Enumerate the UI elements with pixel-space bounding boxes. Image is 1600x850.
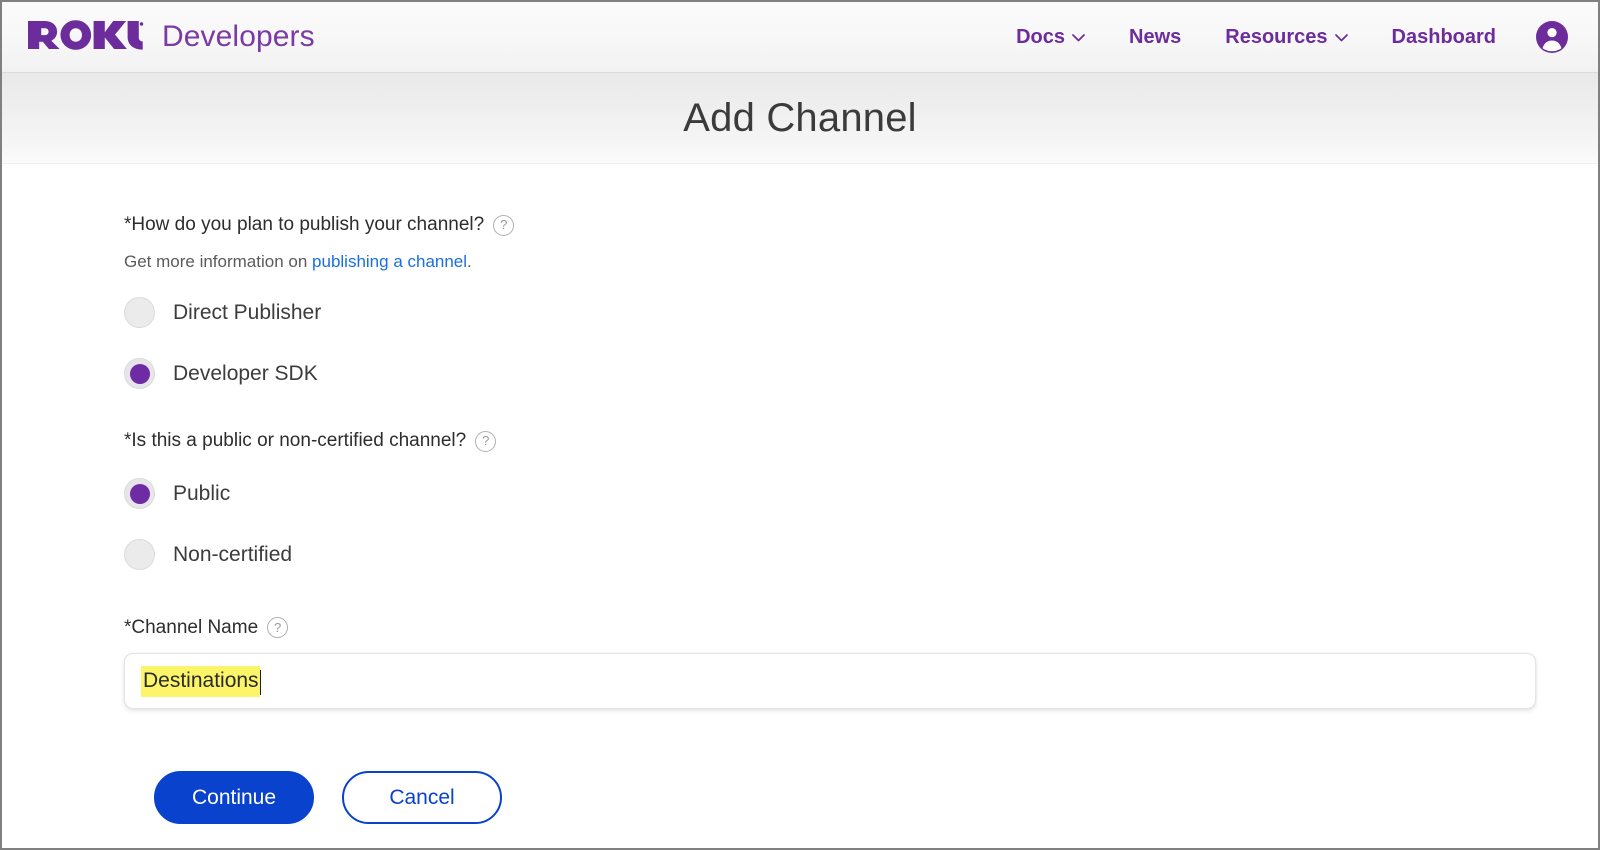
channel-name-input[interactable]: Destinations <box>124 653 1536 709</box>
nav-item-label: News <box>1129 26 1181 49</box>
radio-label: Non-certified <box>173 543 292 567</box>
channel-visibility-label: *Is this a public or non-certified chann… <box>124 430 1534 453</box>
help-icon[interactable]: ? <box>475 431 496 452</box>
add-channel-form: *How do you plan to publish your channel… <box>124 214 1534 824</box>
publishing-a-channel-link[interactable]: publishing a channel <box>312 252 467 271</box>
radio-option-non-certified[interactable]: Non-certified <box>124 531 292 579</box>
publish-method-radio-group: Direct Publisher Developer SDK <box>124 289 1534 398</box>
brand-word: Developers <box>162 20 315 54</box>
page-title: Add Channel <box>683 96 917 141</box>
account-circle-icon[interactable] <box>1534 19 1570 55</box>
note-prefix: Get more information on <box>124 252 312 271</box>
channel-visibility-radio-group: Public Non-certified <box>124 470 1534 579</box>
chevron-down-icon <box>1335 34 1348 42</box>
radio-label: Developer SDK <box>173 362 318 386</box>
publish-method-label: *How do you plan to publish your channel… <box>124 214 1534 237</box>
brand-home-link[interactable]: Developers <box>26 19 315 56</box>
nav-item-label: Dashboard <box>1392 26 1496 49</box>
help-icon[interactable]: ? <box>493 215 514 236</box>
chevron-down-icon <box>1072 34 1085 42</box>
nav-item-label: Docs <box>1016 26 1065 49</box>
radio-option-direct-publisher[interactable]: Direct Publisher <box>124 289 321 337</box>
help-icon[interactable]: ? <box>267 617 288 638</box>
radio-button[interactable] <box>124 539 155 570</box>
channel-name-label-text: *Channel Name <box>124 617 258 640</box>
radio-option-developer-sdk[interactable]: Developer SDK <box>124 350 318 398</box>
publish-method-note: Get more information on publishing a cha… <box>124 252 1534 272</box>
app-window: Developers Docs News Resources Dashboard <box>0 0 1600 850</box>
radio-button[interactable] <box>124 358 155 389</box>
channel-visibility-label-text: *Is this a public or non-certified chann… <box>124 430 466 453</box>
continue-button[interactable]: Continue <box>154 771 314 824</box>
nav-item-label: Resources <box>1225 26 1327 49</box>
radio-button[interactable] <box>124 297 155 328</box>
text-cursor <box>260 670 262 695</box>
top-navigation-bar: Developers Docs News Resources Dashboard <box>2 2 1598 73</box>
roku-logo <box>26 19 144 56</box>
publish-method-label-text: *How do you plan to publish your channel… <box>124 214 484 237</box>
radio-label: Direct Publisher <box>173 301 321 325</box>
nav-item-resources[interactable]: Resources <box>1203 26 1369 49</box>
radio-dot <box>130 484 150 504</box>
main-content: *How do you plan to publish your channel… <box>2 164 1598 824</box>
radio-option-public[interactable]: Public <box>124 470 230 518</box>
nav-item-docs[interactable]: Docs <box>994 26 1107 49</box>
nav-item-dashboard[interactable]: Dashboard <box>1370 26 1518 49</box>
channel-name-label: *Channel Name ? <box>124 617 1534 640</box>
radio-dot <box>130 364 150 384</box>
channel-name-value: Destinations <box>141 666 260 697</box>
note-suffix: . <box>467 252 472 271</box>
radio-label: Public <box>173 482 230 506</box>
nav-item-news[interactable]: News <box>1107 26 1203 49</box>
radio-button[interactable] <box>124 478 155 509</box>
form-actions: Continue Cancel <box>154 771 1534 824</box>
page-title-band: Add Channel <box>2 73 1598 164</box>
main-nav: Docs News Resources Dashboard <box>994 19 1570 55</box>
cancel-button[interactable]: Cancel <box>342 771 502 824</box>
